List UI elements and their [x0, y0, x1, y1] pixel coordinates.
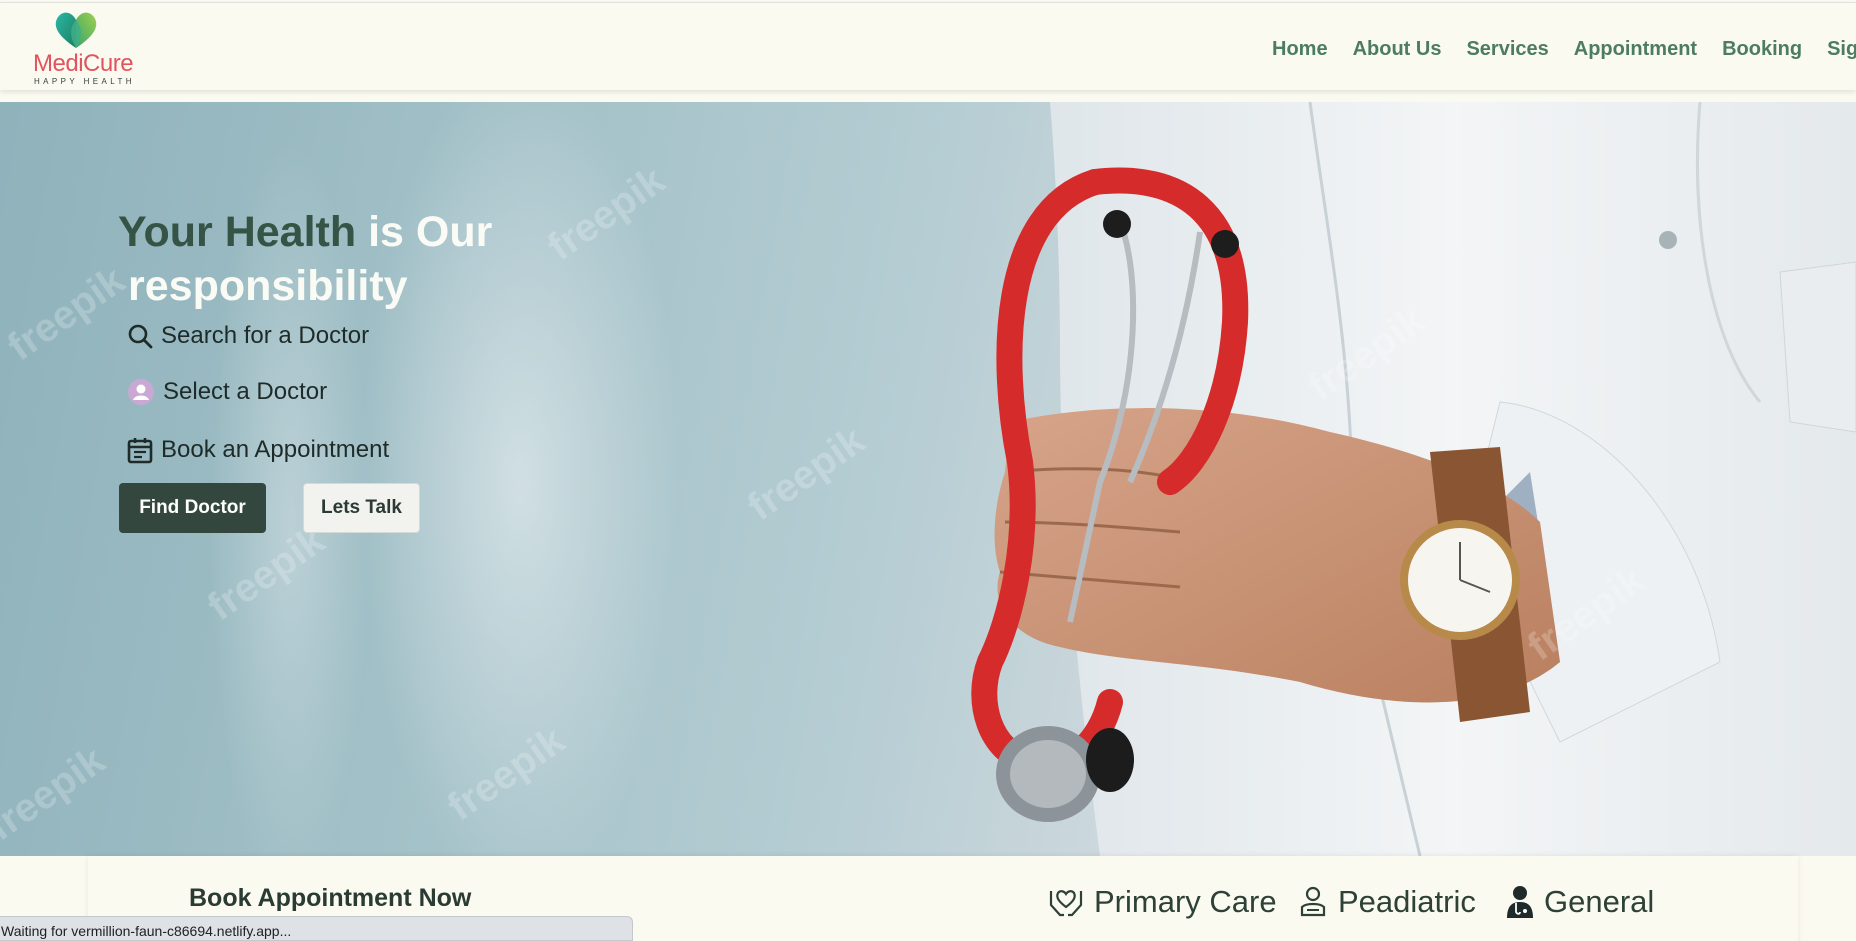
- calendar-icon: [127, 438, 153, 464]
- find-doctor-button[interactable]: Find Doctor: [119, 483, 266, 533]
- heart-logo-icon: [55, 12, 97, 48]
- hero-heading-part2: is Our: [356, 208, 493, 256]
- category-label: General: [1544, 884, 1655, 919]
- svg-text:freepik: freepik: [0, 738, 113, 850]
- site-header: MediCure HAPPY HEALTH Home About Us Servic…: [0, 2, 1856, 90]
- feature-book-appointment: Book an Appointment: [127, 436, 389, 464]
- hero-heading: Your Health is Our responsibility: [118, 205, 638, 313]
- nav-about-us[interactable]: About Us: [1353, 38, 1442, 61]
- feature-search-doctor: Search for a Doctor: [127, 322, 369, 350]
- category-label: Primary Care: [1094, 884, 1277, 919]
- hero-heading-part3: responsibility: [128, 262, 408, 310]
- category-primary-care[interactable]: Primary Care: [1048, 884, 1277, 920]
- user-avatar-icon: [128, 379, 154, 405]
- nav-home[interactable]: Home: [1272, 38, 1328, 61]
- nav-services[interactable]: Services: [1466, 38, 1548, 61]
- feature-label: Search for a Doctor: [161, 322, 370, 349]
- svg-text:freepik: freepik: [740, 418, 873, 530]
- hero-heading-part1: Your Health: [118, 208, 357, 256]
- pediatric-care-icon: [1300, 886, 1326, 917]
- logo[interactable]: MediCure HAPPY HEALTH: [32, 10, 142, 88]
- category-label: Peadiatric: [1338, 884, 1476, 919]
- browser-status-bar: Waiting for vermillion-faun-c86694.netli…: [0, 916, 633, 941]
- page: MediCure HAPPY HEALTH Home About Us Servic…: [0, 0, 1856, 941]
- main-nav: Home About Us Services Appointment Booking Si…: [1272, 38, 1856, 61]
- lets-talk-button[interactable]: Lets Talk: [303, 483, 420, 533]
- nav-booking[interactable]: Booking: [1722, 38, 1802, 61]
- book-appointment-title: Book Appointment Now: [189, 884, 472, 912]
- doctor-icon: [1507, 886, 1533, 918]
- feature-label: Select a Doctor: [163, 378, 328, 405]
- category-general[interactable]: General: [1506, 884, 1654, 920]
- svg-text:freepik: freepik: [0, 258, 133, 370]
- feature-label: Book an Appointment: [161, 436, 390, 463]
- brand-name: MediCure: [33, 50, 134, 77]
- brand-tagline: HAPPY HEALTH: [34, 77, 135, 86]
- search-icon: [128, 324, 153, 349]
- category-peadiatric[interactable]: Peadiatric: [1298, 884, 1476, 920]
- nav-sign[interactable]: Sign: [1827, 38, 1856, 61]
- heart-hands-icon: [1049, 890, 1083, 917]
- feature-select-doctor: Select a Doctor: [127, 378, 327, 406]
- nav-appointment[interactable]: Appointment: [1574, 38, 1697, 61]
- hero-section: freepik freepik freepik freepik freepik …: [0, 102, 1856, 856]
